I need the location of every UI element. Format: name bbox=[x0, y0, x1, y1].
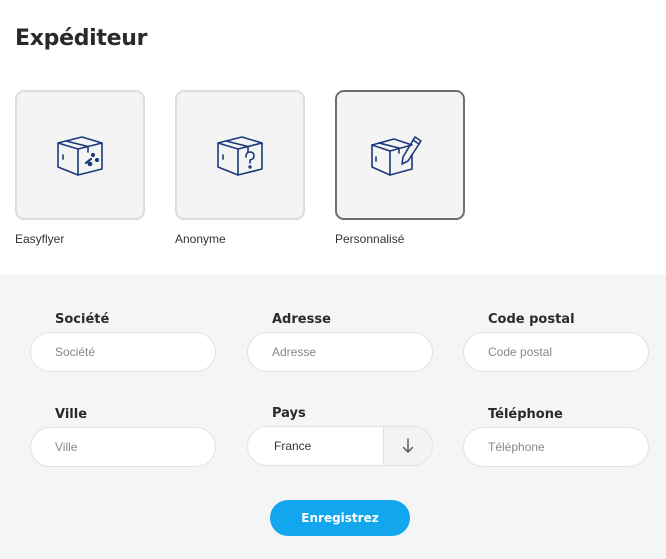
city-input[interactable] bbox=[30, 427, 216, 467]
box-logo-icon bbox=[57, 136, 103, 176]
city-label: Ville bbox=[55, 407, 88, 422]
sender-option-easyflyer[interactable]: Easyflyer bbox=[15, 90, 145, 246]
sender-option-label: Easyflyer bbox=[15, 232, 65, 246]
sender-option-card[interactable] bbox=[175, 90, 305, 220]
sender-form: Société Adresse Code postal Ville Pays F… bbox=[0, 275, 666, 559]
page-title: Expéditeur bbox=[15, 26, 148, 51]
company-label: Société bbox=[55, 312, 110, 327]
company-input[interactable] bbox=[30, 332, 216, 372]
country-select[interactable]: France bbox=[247, 426, 433, 466]
arrow-down-icon bbox=[402, 438, 414, 453]
country-label: Pays bbox=[272, 406, 306, 421]
sender-option-card[interactable] bbox=[335, 90, 465, 220]
box-pen-icon bbox=[371, 136, 422, 176]
address-input[interactable] bbox=[247, 332, 433, 372]
postal-code-label: Code postal bbox=[488, 312, 575, 327]
country-select-value: France bbox=[274, 439, 312, 453]
sender-option-label: Personnalisé bbox=[335, 232, 405, 246]
address-label: Adresse bbox=[272, 312, 331, 327]
sender-option-card[interactable] bbox=[15, 90, 145, 220]
country-select-toggle[interactable] bbox=[383, 427, 432, 465]
sender-option-personnalise[interactable]: Personnalisé bbox=[335, 90, 465, 246]
sender-option-anonyme[interactable]: Anonyme bbox=[175, 90, 305, 246]
phone-label: Téléphone bbox=[488, 407, 563, 422]
box-question-icon bbox=[217, 136, 263, 176]
postal-code-input[interactable] bbox=[463, 332, 649, 372]
save-button[interactable]: Enregistrez bbox=[270, 500, 410, 536]
phone-input[interactable] bbox=[463, 427, 649, 467]
sender-option-label: Anonyme bbox=[175, 232, 226, 246]
